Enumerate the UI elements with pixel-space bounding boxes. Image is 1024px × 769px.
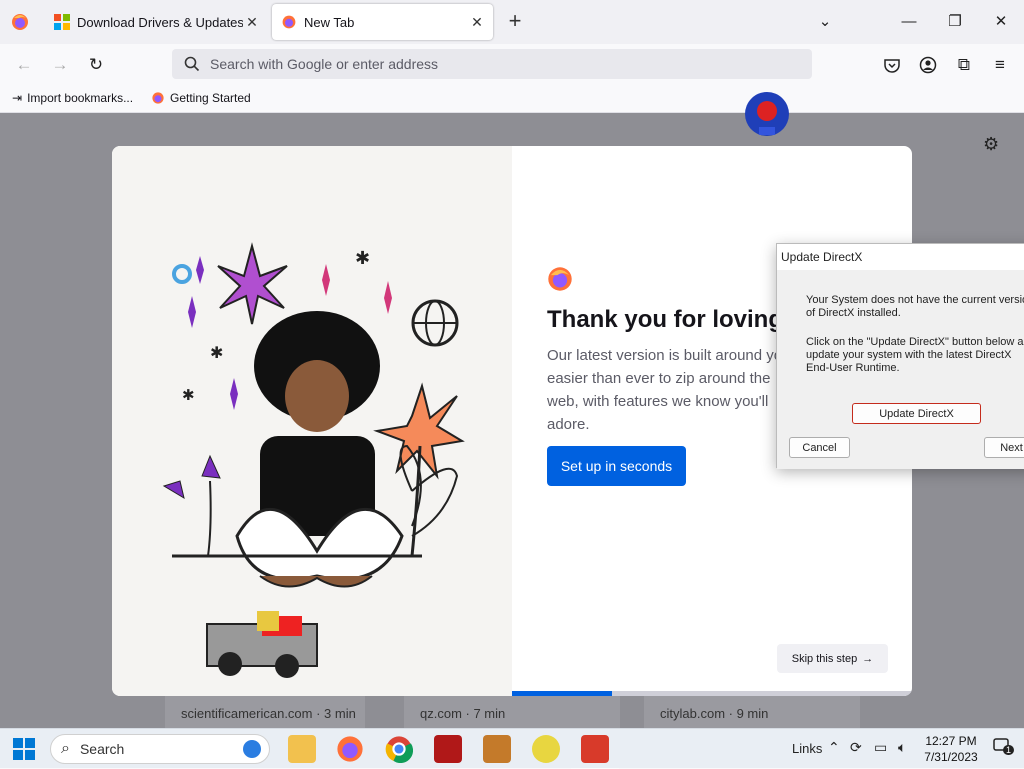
skip-label: Skip this step	[791, 652, 858, 665]
top-site-tile[interactable]: qz.com · 7 min	[404, 696, 620, 728]
search-icon	[184, 56, 200, 72]
forward-arrow-icon[interactable]: →	[47, 52, 73, 78]
skip-step-button[interactable]: Skip this step →	[777, 644, 888, 673]
search-icon: ⌕	[61, 740, 70, 757]
firefox-icon	[281, 14, 297, 30]
windows-logo-icon	[54, 14, 70, 30]
notification-icon[interactable]: 1	[993, 738, 1015, 757]
windows-taskbar: ⌕ Search Links ⌃ ⟳ ▭ 🔈︎ 12:27 PM 7/31/20…	[0, 728, 1024, 769]
yellow-character-icon[interactable]	[532, 735, 560, 763]
close-tab-icon[interactable]: ✕	[469, 14, 485, 30]
app-red-icon[interactable]	[434, 735, 462, 763]
back-arrow-icon[interactable]: ←	[11, 52, 37, 78]
lego-figure-icon	[743, 89, 791, 139]
next-button[interactable]: Next	[984, 437, 1024, 458]
svg-text:✱: ✱	[210, 345, 223, 362]
dialog-title: Update DirectX	[777, 244, 1024, 270]
system-clock[interactable]: 12:27 PM 7/31/2023	[918, 733, 984, 765]
top-site-label: citylab.com · 9 min	[660, 706, 769, 721]
firefox-menu-icon[interactable]	[10, 12, 30, 32]
top-site-tile[interactable]: scientificamerican.com · 3 min	[165, 696, 365, 728]
firefox-taskbar-icon[interactable]	[336, 735, 364, 763]
onboarding-headline: Thank you for loving F	[547, 306, 805, 333]
volume-icon[interactable]: 🔈︎	[898, 739, 906, 756]
onboarding-subtext: Our latest version is built around you, …	[547, 347, 795, 433]
tab-new-tab[interactable]: New Tab ✕	[272, 4, 493, 40]
bookmark-import[interactable]: ⇥ Import bookmarks...	[12, 91, 133, 105]
clock-time: 12:27 PM	[925, 734, 977, 748]
new-tab-button[interactable]: +	[503, 10, 527, 34]
tab-download-drivers[interactable]: Download Drivers & Updates fo ✕	[44, 4, 268, 40]
maximize-button[interactable]: ❐	[940, 8, 970, 36]
top-site-label: qz.com · 7 min	[420, 706, 506, 721]
url-placeholder: Search with Google or enter address	[210, 56, 439, 72]
svg-text:✱: ✱	[355, 248, 370, 268]
taskbar-search-label: Search	[79, 741, 125, 757]
bookmark-label: Getting Started	[170, 91, 251, 105]
close-window-button[interactable]: ✕	[986, 8, 1016, 36]
start-button-icon[interactable]	[13, 738, 35, 760]
network-icon[interactable]: ▭	[874, 739, 887, 756]
bing-icon	[243, 740, 261, 758]
setup-button[interactable]: Set up in seconds	[547, 446, 686, 486]
active-app-icon[interactable]	[581, 735, 609, 763]
update-directx-button[interactable]: Update DirectX	[852, 403, 981, 424]
svg-text:✱: ✱	[182, 387, 195, 404]
taskbar-search-box[interactable]: ⌕ Search	[50, 734, 270, 764]
page-content: ⚙ ✱ ✱ ✱ Thank you for loving F Our lates…	[0, 92, 1024, 728]
bookmarks-toolbar: ⇥ Import bookmarks... Getting Started	[0, 86, 1024, 113]
illustration-person-laptop: ✱ ✱ ✱	[162, 242, 465, 678]
dialog-message-2: Click on the "Update DirectX" button bel…	[806, 336, 1024, 374]
sync-icon[interactable]: ⟳	[850, 739, 862, 756]
minimize-button[interactable]: —	[894, 8, 924, 36]
links-toolbar-label[interactable]: Links	[792, 741, 822, 756]
chrome-icon[interactable]	[385, 735, 414, 764]
url-bar[interactable]: Search with Google or enter address	[172, 49, 812, 79]
cancel-button[interactable]: Cancel	[789, 437, 850, 458]
firefox-icon	[151, 91, 165, 105]
tab-label: Download Drivers & Updates fo	[77, 14, 243, 30]
clock-date: 7/31/2023	[924, 750, 978, 764]
illustration-panel: ✱ ✱ ✱	[112, 146, 512, 696]
list-all-tabs-icon[interactable]: ⌄	[810, 8, 840, 36]
navigation-bar: ← → ↻ Search with Google or enter addres…	[0, 44, 1024, 86]
settings-gear-icon[interactable]: ⚙	[983, 134, 1003, 154]
bookmark-label: Import bookmarks...	[27, 91, 134, 105]
extensions-icon[interactable]: ⧉	[951, 52, 977, 78]
account-icon[interactable]	[915, 52, 941, 78]
update-directx-dialog: Update DirectX Your System does not have…	[776, 243, 1024, 469]
tab-label: New Tab	[304, 14, 355, 30]
notification-count: 1	[1003, 745, 1015, 755]
file-explorer-icon[interactable]	[288, 735, 316, 763]
app-menu-icon[interactable]: ≡	[987, 52, 1013, 78]
lego-app-icon[interactable]	[483, 735, 511, 763]
reload-icon[interactable]: ↻	[83, 52, 109, 78]
pocket-icon[interactable]	[879, 52, 905, 78]
firefox-logo-icon	[547, 266, 573, 292]
dialog-message-1: Your System does not have the current ve…	[806, 294, 1024, 319]
top-site-label: scientificamerican.com · 3 min	[181, 706, 356, 721]
import-icon: ⇥	[12, 91, 23, 105]
close-tab-icon[interactable]: ✕	[244, 14, 260, 30]
arrow-right-icon: →	[862, 652, 874, 665]
bookmark-getting-started[interactable]: Getting Started	[151, 91, 251, 105]
tab-strip: Download Drivers & Updates fo ✕ New Tab …	[0, 0, 1024, 44]
top-site-tile[interactable]: citylab.com · 9 min	[644, 696, 860, 728]
dialog-body: Your System does not have the current ve…	[777, 270, 1024, 469]
chevron-up-icon[interactable]: ⌃	[828, 739, 840, 756]
